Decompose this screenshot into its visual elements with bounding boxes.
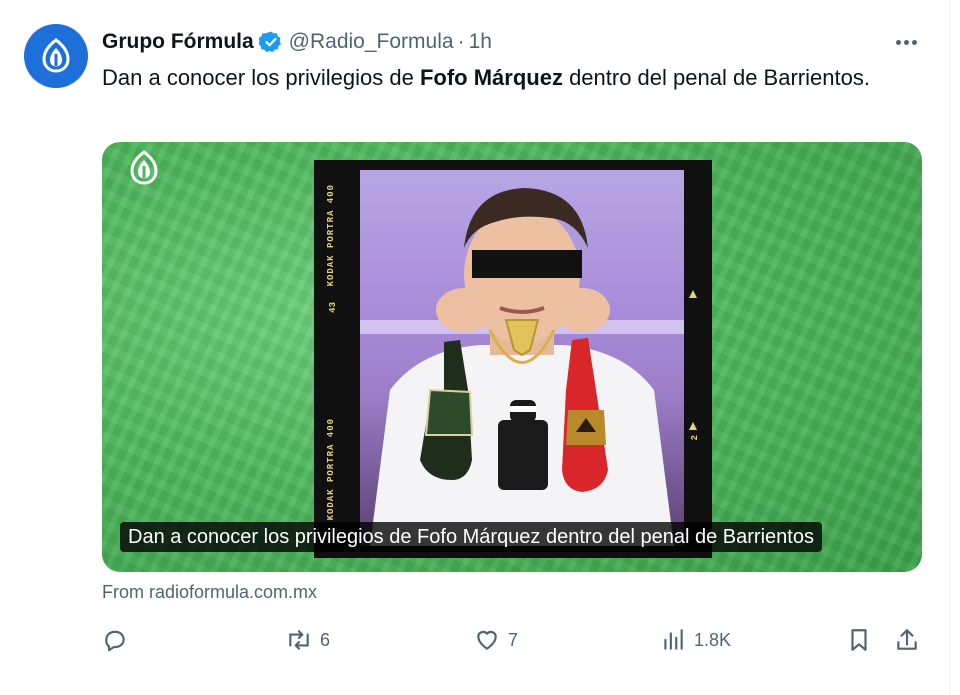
display-name[interactable]: Grupo Fórmula bbox=[102, 30, 254, 54]
film-marker bbox=[689, 422, 697, 430]
card-source-link[interactable]: From radioformula.com.mx bbox=[102, 582, 317, 603]
more-dot bbox=[895, 39, 901, 45]
views-icon bbox=[664, 629, 683, 650]
film-number-right: 2 bbox=[690, 435, 700, 441]
link-card[interactable]: KODAK PORTRA 400 43 KODAK PORTRA 400 2 D… bbox=[102, 142, 922, 572]
handle[interactable]: @Radio_Formula bbox=[289, 30, 454, 54]
tweet-text-before: Dan a conocer los privilegios de bbox=[102, 65, 420, 90]
film-marker bbox=[689, 290, 697, 298]
film-label-bottom: KODAK PORTRA 400 bbox=[326, 418, 336, 521]
more-dot bbox=[903, 39, 909, 45]
views-button[interactable]: 1.8K bbox=[660, 624, 731, 656]
more-dot bbox=[911, 39, 917, 45]
timestamp[interactable]: 1h bbox=[469, 30, 492, 54]
reply-icon bbox=[105, 630, 125, 652]
person-illustration bbox=[360, 188, 684, 546]
tweet-text-bold: Fofo Márquez bbox=[419, 65, 563, 90]
bookmark-button[interactable] bbox=[846, 624, 872, 656]
card-caption: Dan a conocer los privilegios de Fofo Má… bbox=[120, 522, 822, 552]
repost-icon bbox=[289, 630, 309, 650]
verified-badge-icon[interactable] bbox=[258, 30, 283, 54]
film-label-top: KODAK PORTRA 400 bbox=[326, 184, 336, 287]
separator: · bbox=[457, 30, 465, 53]
divider bbox=[949, 0, 950, 695]
film-frame: KODAK PORTRA 400 43 KODAK PORTRA 400 2 bbox=[314, 160, 712, 558]
tweet-header: Grupo Fórmula @Radio_Formula · 1h bbox=[102, 28, 492, 56]
repost-button[interactable]: 6 bbox=[286, 624, 330, 656]
views-count: 1.8K bbox=[694, 629, 732, 650]
action-bar: 6 7 1.8K bbox=[102, 624, 922, 656]
tweet[interactable]: Grupo Fórmula @Radio_Formula · 1h Dan a … bbox=[0, 0, 960, 695]
tweet-text: Dan a conocer los privilegios de Fofo Má… bbox=[102, 62, 882, 93]
like-button[interactable]: 7 bbox=[474, 624, 518, 656]
repost-count: 6 bbox=[320, 629, 331, 650]
heart-icon bbox=[477, 630, 497, 650]
like-count: 7 bbox=[508, 629, 519, 650]
card-logo-icon bbox=[130, 150, 158, 185]
more-icon[interactable] bbox=[888, 28, 924, 56]
bookmark-icon bbox=[851, 629, 867, 651]
share-button[interactable] bbox=[894, 624, 920, 656]
photo bbox=[360, 170, 684, 546]
share-icon bbox=[897, 629, 917, 650]
reply-button[interactable] bbox=[102, 624, 136, 656]
avatar[interactable] bbox=[24, 24, 88, 88]
tweet-text-after: dentro del penal de Barrientos. bbox=[562, 65, 870, 90]
grupo-formula-logo bbox=[42, 38, 70, 73]
film-number: 43 bbox=[328, 302, 338, 313]
